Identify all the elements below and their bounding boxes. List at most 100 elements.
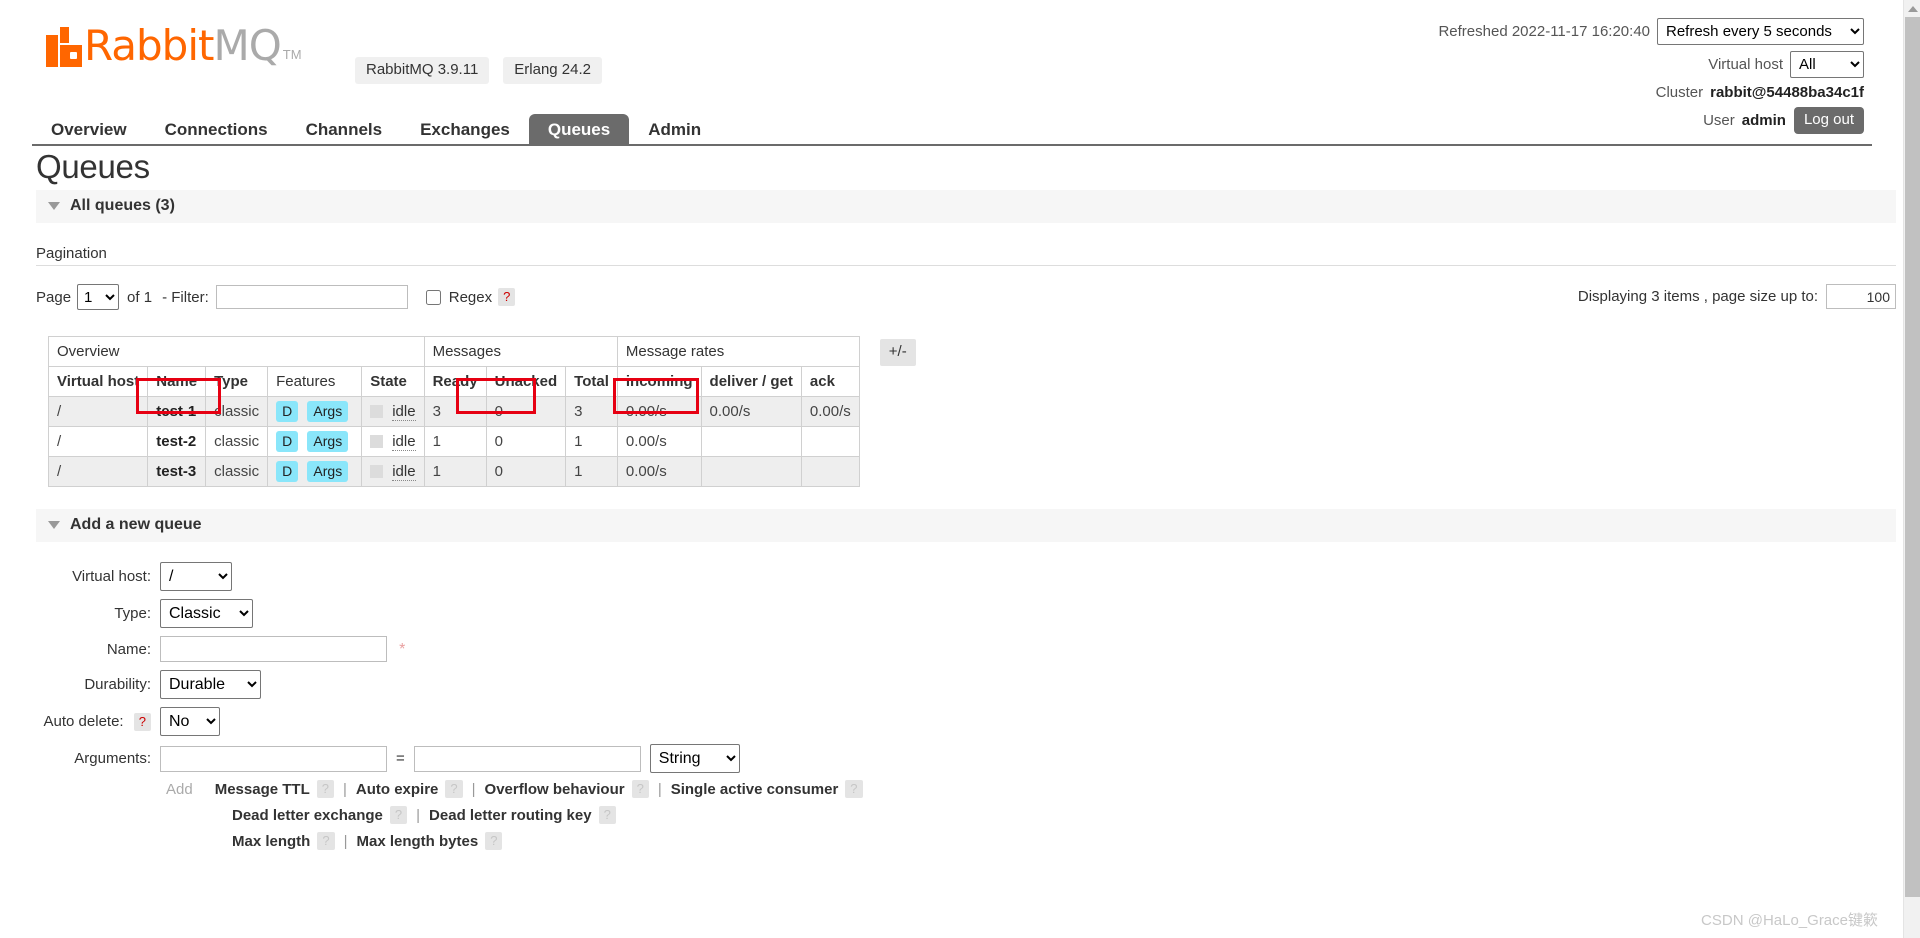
preset-message-ttl[interactable]: Message TTL bbox=[215, 781, 310, 798]
preset-max-length[interactable]: Max length bbox=[232, 833, 310, 850]
feature-badge-args[interactable]: Args bbox=[307, 401, 349, 422]
separator: | bbox=[416, 806, 421, 824]
nav-item-overview[interactable]: Overview bbox=[32, 114, 146, 146]
dead-letter-routing-key-help-icon[interactable]: ? bbox=[598, 806, 616, 824]
queues-group-header-row: Overview Messages Message rates bbox=[48, 336, 860, 367]
feature-badge-durable[interactable]: D bbox=[276, 461, 299, 482]
all-queues-section-header[interactable]: All queues (3) bbox=[36, 190, 1896, 223]
preset-auto-expire[interactable]: Auto expire bbox=[356, 781, 439, 798]
add-queue-section-header[interactable]: Add a new queue bbox=[36, 509, 1896, 542]
nav-item-exchanges[interactable]: Exchanges bbox=[401, 114, 529, 146]
cell-total: 1 bbox=[565, 456, 618, 487]
dead-letter-exchange-help-icon[interactable]: ? bbox=[389, 806, 408, 824]
nav-item-channels[interactable]: Channels bbox=[287, 114, 402, 146]
queue-link[interactable]: test-3 bbox=[156, 463, 196, 480]
max-length-bytes-help-icon[interactable]: ? bbox=[485, 832, 503, 850]
page-count-label: of 1 bbox=[127, 288, 153, 306]
cell-ack bbox=[800, 426, 860, 457]
durability-field-label: Durability: bbox=[84, 676, 151, 693]
nav-item-connections[interactable]: Connections bbox=[146, 114, 287, 146]
durability-field-cell: Durable bbox=[160, 666, 740, 703]
cell-name[interactable]: test-2 bbox=[147, 426, 207, 457]
window-scrollbar[interactable] bbox=[1903, 0, 1920, 938]
queue-link[interactable]: test-1 bbox=[156, 403, 196, 420]
feature-badge-args[interactable]: Args bbox=[307, 431, 349, 452]
column-state[interactable]: State bbox=[361, 366, 425, 397]
preset-overflow-behaviour[interactable]: Overflow behaviour bbox=[485, 781, 625, 798]
version-pills: RabbitMQ 3.9.11 Erlang 24.2 bbox=[355, 57, 603, 84]
toggle-columns-button[interactable]: +/- bbox=[879, 339, 916, 366]
preset-dead-letter-routing-key[interactable]: Dead letter routing key bbox=[429, 807, 592, 824]
main-navigation: Overview Connections Channels Exchanges … bbox=[32, 114, 1872, 146]
column-total[interactable]: Total bbox=[565, 366, 618, 397]
cell-type: classic bbox=[205, 396, 269, 427]
column-unacked[interactable]: Unacked bbox=[485, 366, 567, 397]
nav-item-queues[interactable]: Queues bbox=[528, 114, 630, 146]
pagination-heading: Pagination bbox=[36, 245, 107, 262]
cell-name[interactable]: test-1 bbox=[147, 396, 207, 427]
pagination-controls: Page 1 of 1 - Filter: Regex ? Displaying… bbox=[36, 280, 1896, 314]
csdn-watermark: CSDN @HaLo_Grace键簌 bbox=[1701, 912, 1878, 929]
regex-checkbox[interactable] bbox=[425, 289, 441, 305]
scroll-up-arrow-icon[interactable] bbox=[1904, 0, 1920, 17]
autodelete-label-text: Auto delete: bbox=[43, 712, 124, 730]
vhost-field-cell: / bbox=[160, 558, 740, 595]
nav-item-admin[interactable]: Admin bbox=[629, 114, 720, 146]
form-type-select[interactable]: Classic bbox=[160, 599, 253, 628]
table-row[interactable]: / test-3 classic D Args idle 1 0 1 0.00/… bbox=[47, 456, 860, 487]
column-name[interactable]: Name bbox=[147, 366, 207, 397]
auto-expire-help-icon[interactable]: ? bbox=[445, 780, 463, 798]
column-type[interactable]: Type bbox=[205, 366, 269, 397]
vhost-filter-select[interactable]: All bbox=[1790, 51, 1864, 78]
form-durability-select[interactable]: Durable bbox=[160, 670, 261, 699]
preset-max-length-bytes[interactable]: Max length bytes bbox=[356, 833, 478, 850]
rabbitmq-logo[interactable]: Rabbit MQ TM bbox=[46, 25, 302, 67]
form-argument-type-select[interactable]: String bbox=[649, 744, 740, 773]
filter-label: - Filter: bbox=[162, 288, 209, 306]
page-size-input[interactable] bbox=[1826, 284, 1896, 309]
form-vhost-select[interactable]: / bbox=[160, 562, 232, 591]
autodelete-help-icon[interactable]: ? bbox=[133, 712, 151, 731]
cell-deliver-get: 0.00/s bbox=[700, 396, 802, 427]
form-argument-key-input[interactable] bbox=[160, 745, 387, 772]
arguments-field-cell: = String bbox=[160, 740, 740, 777]
cell-unacked: 0 bbox=[485, 396, 567, 427]
message-ttl-help-icon[interactable]: ? bbox=[316, 780, 334, 798]
form-autodelete-select[interactable]: No bbox=[160, 707, 220, 736]
column-ready[interactable]: Ready bbox=[423, 366, 487, 397]
feature-badge-durable[interactable]: D bbox=[276, 431, 299, 452]
form-argument-value-input[interactable] bbox=[413, 745, 641, 772]
preset-single-active-consumer[interactable]: Single active consumer bbox=[671, 781, 839, 798]
queues-table-zone: Overview Messages Message rates Virtual … bbox=[47, 336, 1904, 487]
column-incoming[interactable]: incoming bbox=[616, 366, 702, 397]
single-active-consumer-help-icon[interactable]: ? bbox=[845, 780, 863, 798]
feature-badge-durable[interactable]: D bbox=[276, 401, 299, 422]
column-virtual-host[interactable]: Virtual host bbox=[47, 366, 149, 397]
cell-ack bbox=[800, 456, 860, 487]
table-row[interactable]: / test-1 classic D Args idle 3 0 3 0.00/… bbox=[47, 396, 860, 427]
queues-table: Overview Messages Message rates Virtual … bbox=[47, 336, 860, 487]
max-length-help-icon[interactable]: ? bbox=[317, 832, 335, 850]
autodelete-field-cell: No bbox=[160, 703, 740, 740]
cell-unacked: 0 bbox=[485, 456, 567, 487]
refresh-interval-select[interactable]: Refresh every 5 seconds bbox=[1657, 18, 1864, 45]
form-name-input[interactable] bbox=[160, 636, 387, 662]
column-deliver-get[interactable]: deliver / get bbox=[700, 366, 802, 397]
app-header: Rabbit MQ TM RabbitMQ 3.9.11 Erlang 24.2… bbox=[0, 0, 1904, 134]
column-ack[interactable]: ack bbox=[800, 366, 860, 397]
queue-link[interactable]: test-2 bbox=[156, 433, 196, 450]
scrollbar-thumb[interactable] bbox=[1905, 17, 1920, 897]
cell-total: 1 bbox=[565, 426, 618, 457]
filter-input[interactable] bbox=[215, 285, 408, 309]
type-field-label: Type: bbox=[114, 605, 151, 622]
page-number-select[interactable]: 1 bbox=[77, 284, 120, 310]
table-row[interactable]: / test-2 classic D Args idle 1 0 1 0.00/… bbox=[47, 426, 860, 457]
feature-badge-args[interactable]: Args bbox=[307, 461, 349, 482]
cell-deliver-get bbox=[700, 426, 802, 457]
add-argument-link[interactable]: Add bbox=[166, 781, 193, 798]
regex-help-icon[interactable]: ? bbox=[498, 288, 516, 306]
preset-dead-letter-exchange[interactable]: Dead letter exchange bbox=[232, 807, 383, 824]
overflow-behaviour-help-icon[interactable]: ? bbox=[631, 780, 649, 798]
cell-name[interactable]: test-3 bbox=[147, 456, 207, 487]
cell-vhost: / bbox=[47, 456, 149, 487]
